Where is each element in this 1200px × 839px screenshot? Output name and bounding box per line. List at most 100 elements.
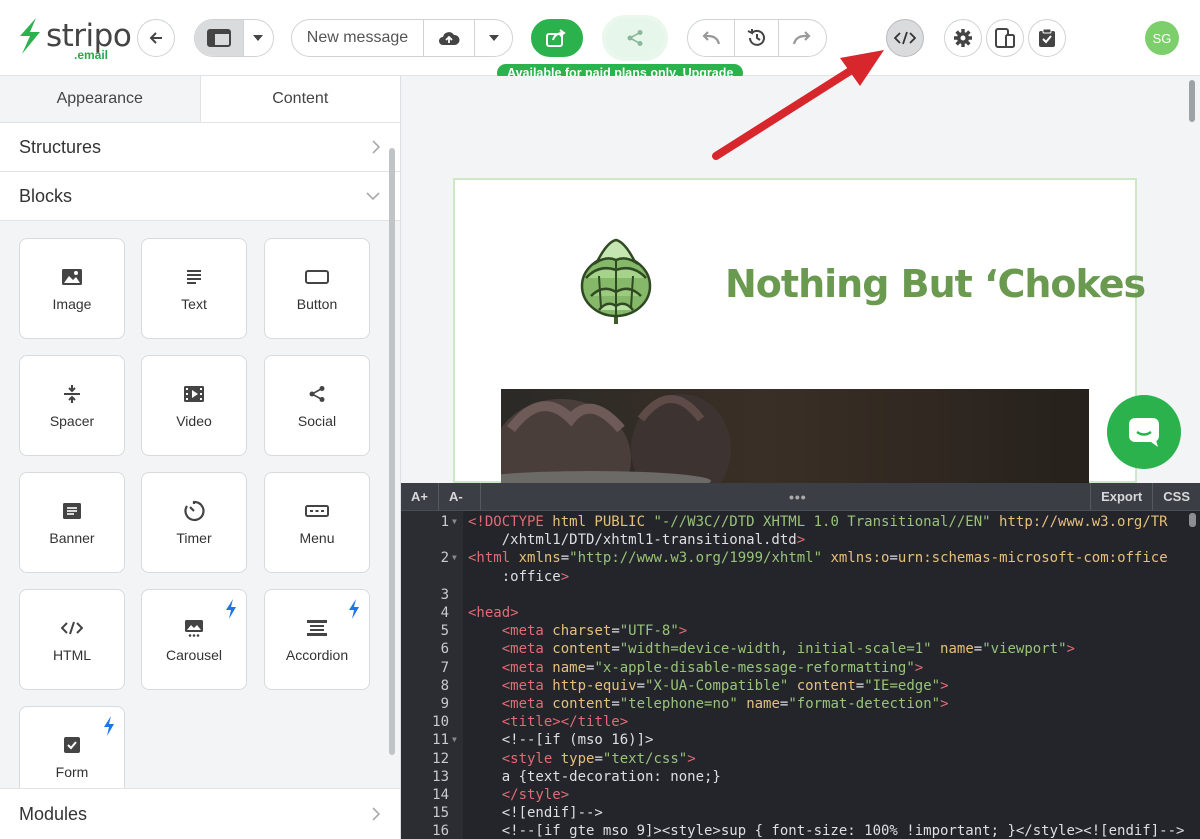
code-line[interactable]: a {text-decoration: none;} (468, 769, 721, 785)
modules-section[interactable]: Modules (0, 788, 400, 839)
layout-icon (206, 29, 231, 47)
block-label: Banner (49, 529, 95, 546)
code-line[interactable]: <![endif]--> (468, 805, 603, 821)
test-checklist-button[interactable] (1028, 19, 1066, 57)
code-area[interactable]: 1 ▼ <!DOCTYPE html PUBLIC "-//W3C//DTD XHT… (401, 511, 1200, 839)
artichoke-photo (501, 394, 731, 485)
block-banner[interactable]: Banner (19, 472, 125, 573)
block-button[interactable]: Button (264, 238, 370, 339)
button-icon (305, 269, 329, 284)
save-cloud-button[interactable] (424, 20, 476, 56)
code-line[interactable]: </style> (468, 787, 569, 803)
code-line[interactable]: <!--[if (mso 16)]> (468, 732, 654, 748)
share-icon (627, 30, 643, 46)
blocks-section[interactable]: Blocks (0, 172, 400, 221)
export-button[interactable] (531, 19, 583, 57)
lightning-icon (349, 599, 359, 619)
code-line[interactable]: <meta content="telephone=no" name="forma… (468, 696, 949, 712)
line-number: 7 (440, 659, 449, 676)
fold-toggle-icon[interactable]: ▼ (452, 553, 457, 562)
hero-image[interactable] (501, 389, 1089, 485)
stripo-logo[interactable]: stripo .email (14, 14, 138, 62)
editor-scrollbar[interactable] (1189, 513, 1196, 527)
carousel-icon (185, 619, 203, 637)
fold-toggle-icon[interactable]: ▼ (452, 735, 457, 744)
text-icon (187, 269, 201, 284)
message-name-field[interactable]: New message (292, 20, 424, 56)
block-timer[interactable]: Timer (141, 472, 247, 573)
code-line[interactable]: <!DOCTYPE html PUBLIC "-//W3C//DTD XHTML… (468, 514, 1168, 530)
line-number: 12 (432, 750, 449, 767)
block-label: Spacer (49, 412, 95, 429)
layout-view-button[interactable] (195, 20, 244, 56)
code-icon (61, 621, 83, 634)
chat-support-button[interactable] (1107, 395, 1181, 469)
line-number: 10 (432, 714, 449, 731)
code-line[interactable]: <head> (468, 605, 519, 621)
code-line[interactable]: <meta content="width=device-width, initi… (468, 641, 1075, 657)
font-increase-button[interactable]: A+ (401, 483, 439, 510)
layout-toggle-group (194, 19, 274, 57)
chevron-down-icon (488, 35, 499, 41)
code-line[interactable]: <meta name="x-apple-disable-message-refo… (468, 660, 923, 676)
user-avatar[interactable]: SG (1145, 21, 1179, 55)
structures-section[interactable]: Structures (0, 123, 400, 172)
settings-button[interactable] (944, 19, 982, 57)
block-image[interactable]: Image (19, 238, 125, 339)
code-line[interactable]: /xhtml1/DTD/xhtml1-transitional.dtd> (468, 532, 805, 548)
block-label: Video (176, 412, 212, 429)
form-icon (64, 736, 80, 753)
accordion-icon (307, 619, 327, 636)
code-line[interactable]: <meta charset="UTF-8"> (468, 623, 687, 639)
tab-content[interactable]: Content (201, 76, 401, 122)
block-accordion[interactable]: Accordion (264, 589, 370, 690)
code-line[interactable]: :office> (468, 569, 569, 585)
panel-tabs: Appearance Content (0, 76, 400, 123)
block-social[interactable]: Social (264, 355, 370, 456)
block-html[interactable]: HTML (19, 589, 125, 690)
timer-icon (184, 500, 205, 521)
code-line[interactable]: <style type="text/css"> (468, 751, 696, 767)
code-line[interactable]: <title></title> (468, 714, 628, 730)
cloud-upload-icon (439, 32, 460, 45)
message-dropdown-button[interactable] (475, 20, 512, 56)
panel-scrollbar[interactable] (389, 148, 395, 755)
image-icon (62, 268, 82, 285)
block-menu[interactable]: Menu (264, 472, 370, 573)
line-number: 6 (440, 641, 449, 658)
line-number: 11 (432, 732, 449, 749)
menu-icon (305, 504, 329, 517)
css-tab-button[interactable]: CSS (1152, 483, 1200, 510)
logo-subtitle: .email (74, 48, 109, 62)
resize-handle-icon[interactable]: ••• (789, 489, 807, 505)
block-text[interactable]: Text (141, 238, 247, 339)
share-button[interactable] (606, 19, 664, 57)
code-line[interactable]: <html xmlns="http://www.w3.org/1999/xhtm… (468, 550, 1168, 566)
code-line[interactable]: <!--[if gte mso 9]><style>sup { font-siz… (468, 823, 1185, 839)
code-editor: A+ A- ••• Export CSS 1 ▼ <!DOCTYPE html PU… (401, 483, 1200, 839)
clipboard-check-icon (1039, 28, 1055, 47)
code-line[interactable]: <meta http-equiv="X-UA-Compatible" conte… (468, 678, 949, 694)
block-label: Menu (299, 529, 335, 546)
line-number: 1 (440, 514, 449, 530)
preview-devices-button[interactable] (986, 19, 1024, 57)
tab-appearance[interactable]: Appearance (0, 76, 201, 122)
fold-toggle-icon[interactable]: ▼ (452, 517, 457, 526)
block-label: Social (297, 412, 337, 429)
email-template[interactable]: Nothing But ‘Chokes (453, 178, 1146, 485)
block-label: Timer (176, 529, 212, 546)
canvas-scrollbar[interactable] (1189, 80, 1195, 122)
spacer-icon (64, 384, 80, 403)
block-spacer[interactable]: Spacer (19, 355, 125, 456)
block-video[interactable]: Video (141, 355, 247, 456)
block-carousel[interactable]: Carousel (141, 589, 247, 690)
artichoke-logo (580, 238, 652, 324)
blocks-label: Blocks (19, 185, 73, 206)
brand-title: Nothing But ‘Chokes (725, 262, 1146, 306)
export-code-button[interactable]: Export (1090, 483, 1152, 510)
back-button[interactable] (137, 19, 175, 57)
line-number: 4 (440, 605, 449, 621)
font-decrease-button[interactable]: A- (439, 483, 481, 510)
layout-dropdown-button[interactable] (244, 20, 273, 56)
line-number: 3 (440, 586, 449, 603)
